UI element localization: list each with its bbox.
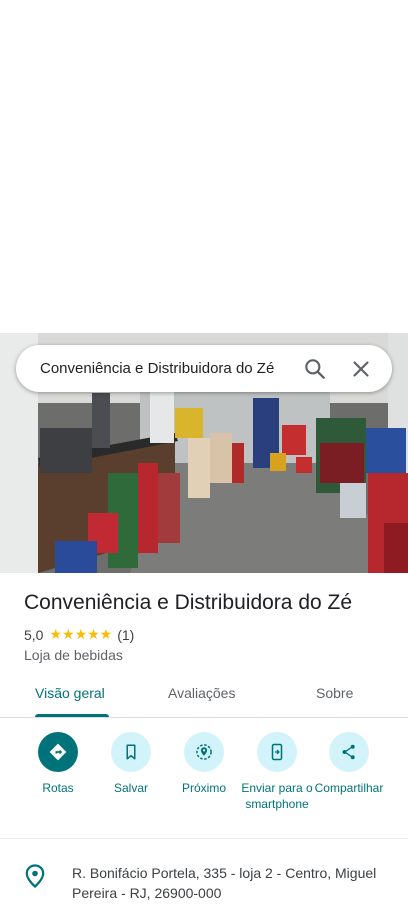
tab-about[interactable]: Sobre	[316, 685, 353, 701]
nearby-icon	[184, 732, 224, 772]
search-bar[interactable]: Conveniência e Distribuidora do Zé	[16, 345, 392, 392]
rating-row[interactable]: 5,0 ★★★★★ (1)	[24, 626, 134, 643]
place-category[interactable]: Loja de bebidas	[24, 647, 123, 663]
place-title: Conveniência e Distribuidora do Zé	[24, 591, 353, 614]
divider	[0, 838, 408, 839]
star-rating-icon: ★★★★★	[49, 626, 113, 642]
rating-value: 5,0	[24, 626, 44, 643]
place-details-page: Conveniência e Distribuidora do Zé Conve…	[0, 0, 408, 906]
save-button[interactable]: Salvar	[91, 732, 171, 796]
search-icon[interactable]	[302, 356, 328, 382]
send-to-phone-icon	[257, 732, 297, 772]
tab-overview[interactable]: Visão geral	[35, 685, 105, 701]
close-icon[interactable]	[348, 356, 374, 382]
tab-reviews[interactable]: Avaliações	[168, 685, 235, 701]
share-label: Compartilhar	[314, 781, 384, 795]
directions-button[interactable]: Rotas	[18, 732, 98, 796]
nearby-label: Próximo	[181, 781, 226, 795]
bookmark-icon	[111, 732, 151, 772]
review-count[interactable]: (1)	[117, 627, 134, 643]
send-to-phone-button[interactable]: Enviar para o smartphone	[237, 732, 317, 812]
nearby-button[interactable]: Próximo	[164, 732, 244, 796]
tab-indicator	[35, 714, 109, 717]
directions-label: Rotas	[42, 781, 74, 795]
directions-icon	[38, 732, 78, 772]
address-text[interactable]: R. Bonifácio Portela, 335 - loja 2 - Cen…	[72, 863, 392, 903]
send-to-phone-label: Enviar para o smartphone	[241, 781, 313, 811]
share-button[interactable]: Compartilhar	[309, 732, 389, 796]
tab-bar: Visão geral Avaliações Sobre	[0, 673, 408, 718]
save-label: Salvar	[113, 781, 148, 795]
action-row: Rotas Salvar Próximo Enviar para o smart…	[0, 725, 408, 837]
search-input[interactable]: Conveniência e Distribuidora do Zé	[40, 360, 290, 377]
share-icon	[329, 732, 369, 772]
location-pin-icon	[25, 864, 45, 888]
